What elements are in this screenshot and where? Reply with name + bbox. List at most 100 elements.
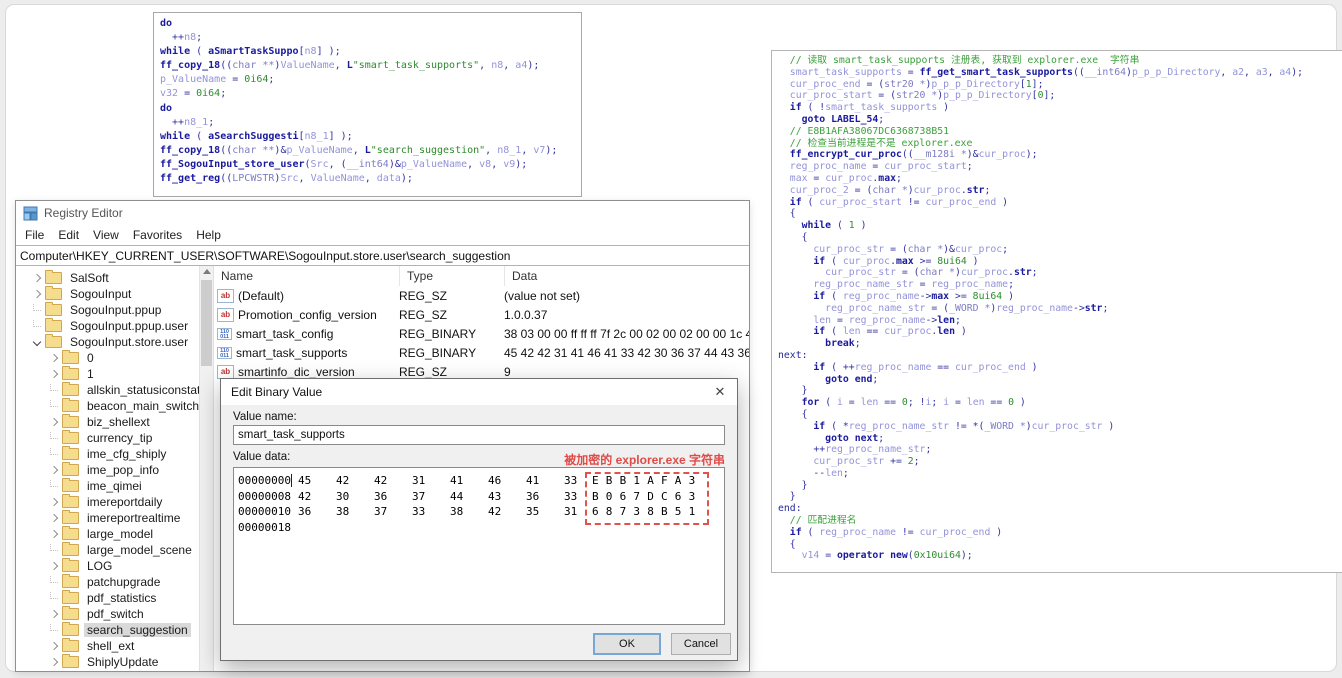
menu-item-view[interactable]: View: [93, 228, 119, 242]
tree-scrollbar[interactable]: [199, 266, 213, 671]
hex-byte: 46: [488, 474, 502, 487]
menu-item-edit[interactable]: Edit: [58, 228, 79, 242]
tree-item-beacon_main_switch[interactable]: beacon_main_switch: [16, 398, 213, 414]
code-line: if ( len == cur_proc.len ): [778, 326, 967, 338]
chevron-right-icon[interactable]: [49, 369, 58, 379]
tree-item-pdf_statistics[interactable]: pdf_statistics: [16, 590, 213, 606]
value-row-smart_task_supports[interactable]: 110 011 smart_task_supports REG_BINARY 45 4…: [214, 343, 749, 362]
ascii-char: 7: [619, 505, 627, 518]
hex-byte: 41: [526, 474, 540, 487]
column-header-type[interactable]: Type: [399, 266, 504, 286]
code-line: reg_proc_name_str = (_WORD *)reg_proc_na…: [778, 302, 1109, 314]
tree-item-0[interactable]: 0: [16, 350, 213, 366]
tree-item-LOG[interactable]: LOG: [16, 558, 213, 574]
scrollbar-thumb[interactable]: [201, 280, 212, 366]
ascii-char: A: [647, 474, 654, 487]
menu-item-favorites[interactable]: Favorites: [133, 228, 182, 242]
tree-item-patchupgrade[interactable]: patchupgrade: [16, 574, 213, 590]
folder-icon: [62, 606, 79, 620]
column-header-data[interactable]: Data: [504, 266, 749, 286]
tree-item-label: currency_tip: [87, 431, 153, 445]
tree-item-SogouInput.store.user[interactable]: SogouInput.store.user: [16, 334, 213, 350]
code-line: max = cur_proc.max;: [778, 172, 902, 184]
tree-item-SalSoft[interactable]: SalSoft: [16, 270, 213, 286]
ascii-char: 1: [688, 505, 696, 518]
tree-item-ShiplyUpdate[interactable]: ShiplyUpdate: [16, 654, 213, 670]
folder-icon: [62, 350, 79, 364]
hex-byte: 38: [336, 505, 350, 518]
hex-byte: 45: [298, 474, 312, 487]
chevron-right-icon[interactable]: [49, 657, 58, 667]
value-name-input[interactable]: smart_task_supports: [233, 425, 725, 445]
folder-icon: [45, 318, 62, 332]
tree-item-label: ime_cfg_shiply: [87, 447, 167, 461]
ok-button[interactable]: OK: [593, 633, 661, 655]
tree-guide-line: [49, 384, 58, 391]
tree-item-shell_ext[interactable]: shell_ext: [16, 638, 213, 654]
tree-item-ime_cfg_shiply[interactable]: ime_cfg_shiply: [16, 446, 213, 462]
dialog-title-bar[interactable]: Edit Binary Value ✕: [221, 379, 737, 405]
column-header-name[interactable]: Name: [214, 266, 399, 286]
tree-item-pdf_switch[interactable]: pdf_switch: [16, 606, 213, 622]
chevron-right-icon[interactable]: [49, 561, 58, 571]
registry-title-bar[interactable]: Registry Editor: [16, 201, 749, 225]
value-type: REG_SZ: [399, 364, 448, 379]
address-bar[interactable]: Computer\HKEY_CURRENT_USER\SOFTWARE\Sogo…: [16, 245, 749, 266]
menu-item-file[interactable]: File: [25, 228, 44, 242]
menu-bar: File Edit View Favorites Help: [16, 225, 749, 245]
cancel-button[interactable]: Cancel: [671, 633, 731, 655]
value-row-Promotion_config_version[interactable]: ab Promotion_config_version REG_SZ 1.0.0.37: [214, 305, 749, 324]
value-type: REG_BINARY: [399, 326, 477, 341]
tree-item-search_suggestion[interactable]: search_suggestion: [16, 622, 213, 638]
value-name-label: Value name:: [233, 411, 297, 423]
tree-item-SogouInput.ppup[interactable]: SogouInput.ppup: [16, 302, 213, 318]
tree-item-large_model_scene[interactable]: large_model_scene: [16, 542, 213, 558]
tree-item-label: ime_pop_info: [87, 463, 160, 477]
tree-item-biz_shellext[interactable]: biz_shellext: [16, 414, 213, 430]
chevron-right-icon[interactable]: [49, 465, 58, 475]
hex-byte: 42: [488, 505, 502, 518]
tree-item-SogouInput[interactable]: SogouInput: [16, 286, 213, 302]
tree-item-currency_tip[interactable]: currency_tip: [16, 430, 213, 446]
value-row-smart_task_config[interactable]: 110 011 smart_task_config REG_BINARY 38 03 …: [214, 324, 749, 343]
value-name: Promotion_config_version: [238, 307, 377, 322]
tree-item-ime_qimei[interactable]: ime_qimei: [16, 478, 213, 494]
folder-icon: [62, 590, 79, 604]
tree-item-allskin_statusiconstatistics[interactable]: allskin_statusiconstatistics: [16, 382, 213, 398]
chevron-right-icon[interactable]: [49, 641, 58, 651]
chevron-right-icon[interactable]: [32, 289, 41, 299]
tree-item-SogouInput.ppup.user[interactable]: SogouInput.ppup.user: [16, 318, 213, 334]
tree-item-ime_pop_info[interactable]: ime_pop_info: [16, 462, 213, 478]
code-line: v32 = 0i64;: [160, 88, 227, 100]
hex-byte: 42: [298, 489, 312, 503]
tree-item-imereportrealtime[interactable]: imereportrealtime: [16, 510, 213, 526]
ascii-char: 5: [674, 505, 682, 518]
chevron-down-icon[interactable]: [32, 337, 41, 347]
hex-row-00000018: 00000018: [234, 520, 724, 536]
chevron-right-icon[interactable]: [49, 417, 58, 427]
chevron-right-icon[interactable]: [49, 353, 58, 363]
tree-guide-line: [49, 544, 58, 551]
window-title: Registry Editor: [44, 206, 123, 220]
scroll-up-arrow-icon[interactable]: [203, 269, 211, 274]
tree-item-imereportdaily[interactable]: imereportdaily: [16, 494, 213, 510]
screenshot-stage: do ++n8; while ( aSmartTaskSuppo[n8] ); ff…: [0, 0, 1342, 678]
tree-item-label: large_model_scene: [87, 543, 192, 557]
tree-item-1[interactable]: 1: [16, 366, 213, 382]
ascii-char: C: [661, 489, 668, 503]
tree-item-large_model[interactable]: large_model: [16, 526, 213, 542]
chevron-right-icon[interactable]: [49, 529, 58, 539]
chevron-right-icon[interactable]: [32, 273, 41, 283]
chevron-right-icon[interactable]: [49, 513, 58, 523]
chevron-right-icon[interactable]: [49, 609, 58, 619]
hex-editor[interactable]: 00000000 45 42 42 31 41 46 41 33 E B B 1 A F A 3 00000008…: [233, 467, 725, 625]
hex-byte: 43: [488, 489, 502, 503]
code-line: reg_proc_name_str = reg_proc_name;: [778, 279, 1014, 291]
menu-item-help[interactable]: Help: [196, 228, 221, 242]
chevron-right-icon[interactable]: [49, 497, 58, 507]
code-line: if ( *reg_proc_name_str != *(_WORD *)cur…: [778, 420, 1115, 432]
close-icon[interactable]: ✕: [703, 379, 737, 405]
tree-guide-line: [49, 592, 58, 599]
value-row-(Default)[interactable]: ab (Default) REG_SZ (value not set): [214, 286, 749, 305]
hex-rows: 00000000 45 42 42 31 41 46 41 33 E B B 1 A F A 3 00000008…: [234, 473, 724, 535]
